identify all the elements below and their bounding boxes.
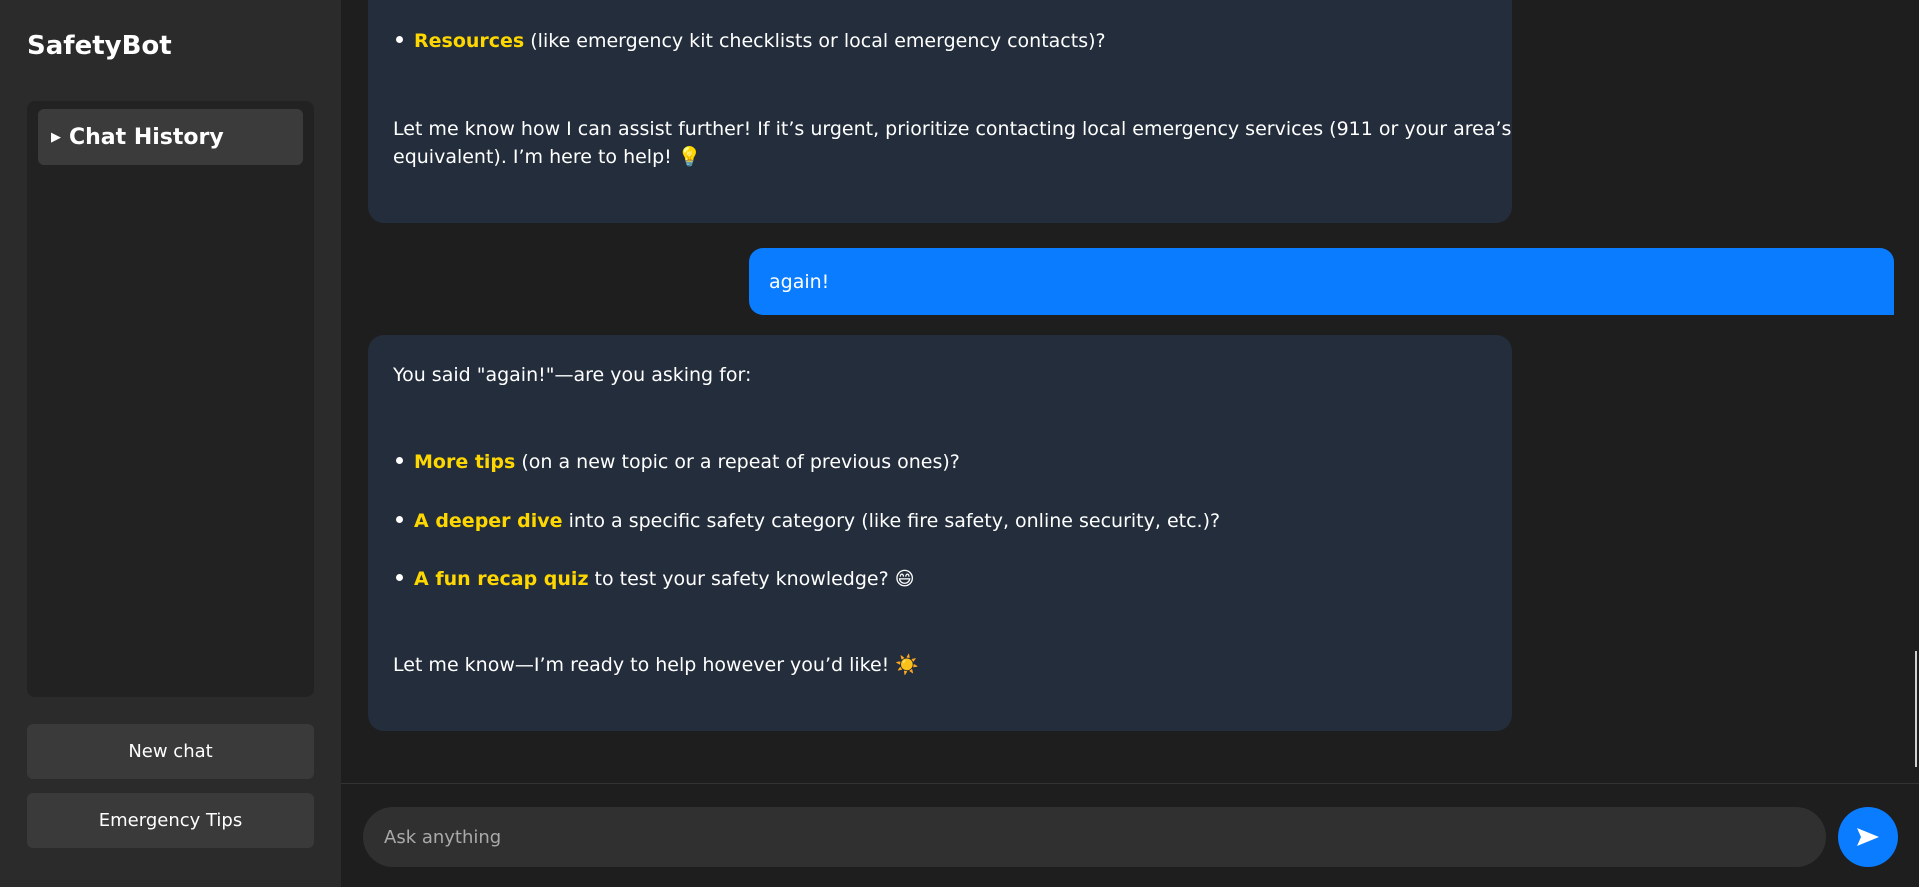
highlight-text: Resources xyxy=(414,30,525,52)
bullet-dot xyxy=(396,36,403,43)
message-intro: You said "again!"—are you asking for: xyxy=(393,364,752,386)
list-item: A fun recap quiz to test your safety kno… xyxy=(396,565,915,593)
chat-scrollbar-thumb[interactable] xyxy=(1915,651,1917,767)
chat-history-panel: ▶ Chat History xyxy=(27,101,314,697)
chat-log[interactable]: Resources (like emergency kit checklists… xyxy=(341,0,1919,783)
list-item: A deeper dive into a specific safety cat… xyxy=(396,507,1220,535)
send-arrow-icon xyxy=(1857,828,1879,846)
message-input[interactable] xyxy=(363,807,1826,867)
bullet-text: to test your safety knowledge? 😄 xyxy=(588,568,915,590)
input-bar xyxy=(341,783,1919,887)
user-message-text: again! xyxy=(769,270,830,293)
list-item: Resources (like emergency kit checklists… xyxy=(396,27,1106,55)
main-panel: Resources (like emergency kit checklists… xyxy=(341,0,1919,887)
bullet-text: (on a new topic or a repeat of previous … xyxy=(515,451,960,473)
sidebar: SafetyBot ▶ Chat History New chat Emerge… xyxy=(0,0,341,887)
bullet-dot xyxy=(396,574,403,581)
list-item: More tips (on a new topic or a repeat of… xyxy=(396,448,960,476)
emergency-tips-button[interactable]: Emergency Tips xyxy=(27,793,314,848)
chat-history-toggle[interactable]: ▶ Chat History xyxy=(38,109,303,165)
bullet-dot xyxy=(396,516,403,523)
message-text: equivalent). I’m here to help! xyxy=(393,146,672,168)
new-chat-button[interactable]: New chat xyxy=(27,724,314,779)
bullet-dot xyxy=(396,457,403,464)
highlight-text: A deeper dive xyxy=(414,510,563,532)
chat-history-label: Chat History xyxy=(69,124,224,150)
user-message: again! xyxy=(749,248,1894,315)
send-button[interactable] xyxy=(1838,807,1898,867)
message-text: Let me know how I can assist further! If… xyxy=(393,118,1512,140)
lightbulb-icon: 💡 xyxy=(677,146,702,168)
triangle-right-icon: ▶ xyxy=(51,129,61,145)
message-text-line: equivalent). I’m here to help! 💡 xyxy=(393,143,701,171)
highlight-text: A fun recap quiz xyxy=(414,568,589,590)
bot-message: You said "again!"—are you asking for: Mo… xyxy=(368,335,1512,731)
app: SafetyBot ▶ Chat History New chat Emerge… xyxy=(0,0,1919,887)
bullet-text: into a specific safety category (like fi… xyxy=(562,510,1221,532)
bullet-text: (like emergency kit checklists or local … xyxy=(524,30,1106,52)
highlight-text: More tips xyxy=(414,451,516,473)
bot-message: Resources (like emergency kit checklists… xyxy=(368,0,1512,223)
message-closing: Let me know—I’m ready to help however yo… xyxy=(393,654,919,676)
app-title: SafetyBot xyxy=(27,31,172,61)
